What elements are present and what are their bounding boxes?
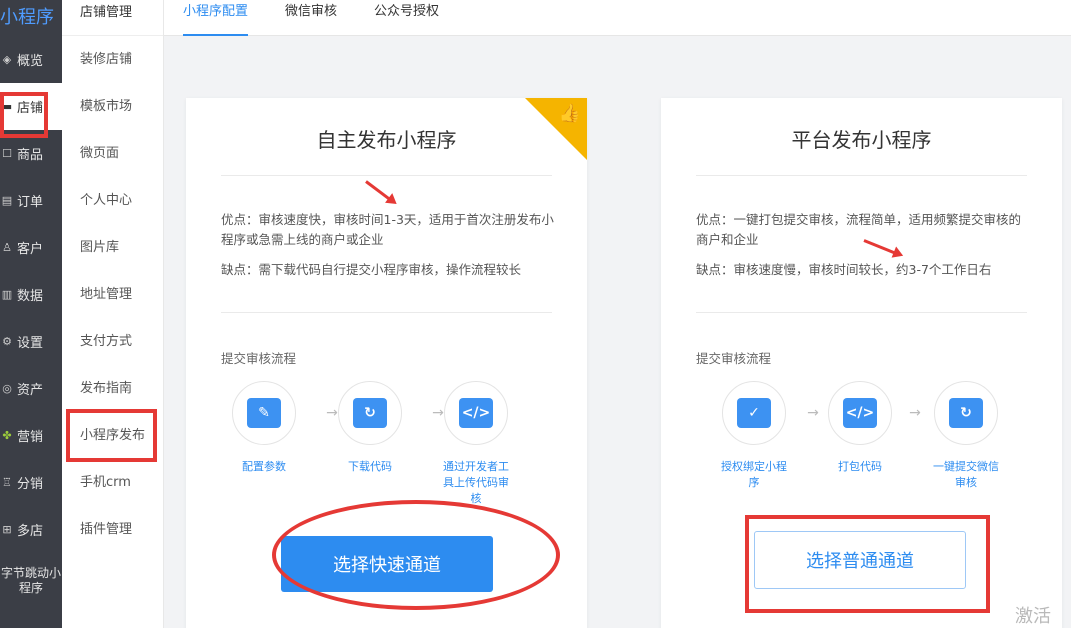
- card-title: 平台发布小程序: [791, 128, 932, 152]
- store-subnav: 店铺管理 装修店铺 模板市场 微页面 个人中心 图片库 地址管理 支付方式 发布…: [62, 0, 164, 628]
- step-label: 下载代码: [348, 460, 392, 473]
- divider: [221, 175, 552, 176]
- thumbs-up-icon: 👍: [558, 103, 581, 124]
- subnav-header: 店铺管理: [62, 0, 163, 36]
- nav-item-orders[interactable]: ▤ 订单: [0, 177, 62, 224]
- nav-item-bytedance-miniapp[interactable]: 字节跳动小程序: [0, 553, 62, 609]
- flow-label: 提交审核流程: [696, 351, 772, 366]
- step-upload-code: </> 通过开发者工具上传代码审核: [426, 381, 526, 507]
- multistore-icon: ⊞: [2, 523, 12, 536]
- nav-item-settings[interactable]: ⚙ 设置: [0, 318, 62, 365]
- authorize-icon: ✓: [737, 398, 771, 428]
- divider: [221, 312, 552, 313]
- package-code-icon: </>: [843, 398, 877, 428]
- step-submit-review: ↻ 一键提交微信审核: [916, 381, 1016, 491]
- step-label: 授权绑定小程序: [721, 460, 787, 489]
- order-icon: ▤: [1, 194, 13, 207]
- pencil-icon: ✎: [247, 398, 281, 428]
- activation-watermark: 激活 W: [1015, 606, 1051, 627]
- subnav-item-payment[interactable]: 支付方式: [62, 318, 163, 365]
- tab-miniapp-config[interactable]: 小程序配置: [183, 0, 249, 36]
- nav-item-assets[interactable]: ◎ 资产: [0, 365, 62, 412]
- nav-item-multistore[interactable]: ⊞ 多店: [0, 506, 62, 553]
- step-configure: ✎ 配置参数: [214, 381, 314, 475]
- tab-official-account-auth[interactable]: 公众号授权: [374, 0, 439, 36]
- annotation-box-store: [0, 92, 48, 138]
- subnav-item-decorate[interactable]: 装修店铺: [62, 36, 163, 83]
- brand-logo[interactable]: 小程序: [0, 0, 62, 36]
- subnav-item-micropage[interactable]: 微页面: [62, 130, 163, 177]
- subnav-item-plugins[interactable]: 插件管理: [62, 506, 163, 553]
- pros-text: 优点：审核速度快，审核时间1-3天，适用于首次注册发布小程序或急需上线的商户或企…: [221, 212, 554, 247]
- annotation-box-miniapp-publish: [66, 409, 157, 462]
- step-download-code: ↻ 下载代码: [320, 381, 420, 475]
- divider: [696, 312, 1027, 313]
- subnav-item-guide[interactable]: 发布指南: [62, 365, 163, 412]
- download-code-icon: ↻: [353, 398, 387, 428]
- divider: [696, 175, 1027, 176]
- upload-code-icon: </>: [459, 398, 493, 428]
- annotation-ellipse-fast-channel: [272, 500, 560, 610]
- layers-icon: ◈: [2, 53, 12, 66]
- step-label: 一键提交微信审核: [933, 460, 999, 489]
- gear-icon: ⚙: [2, 335, 12, 348]
- asset-icon: ◎: [2, 382, 12, 395]
- step-authorize: ✓ 授权绑定小程序: [704, 381, 804, 491]
- subnav-item-gallery[interactable]: 图片库: [62, 224, 163, 271]
- step-label: 通过开发者工具上传代码审核: [443, 460, 509, 505]
- step-label: 打包代码: [838, 460, 882, 473]
- pros-text: 优点：一键打包提交审核，流程简单，适用频繁提交审核的商户和企业: [696, 212, 1022, 247]
- annotation-box-normal-channel: [745, 515, 990, 613]
- chart-icon: ▥: [1, 288, 13, 301]
- nav-item-overview[interactable]: ◈ 概览: [0, 36, 62, 83]
- subnav-item-mobile-crm[interactable]: 手机crm: [62, 459, 163, 506]
- distribution-icon: ♖: [2, 476, 12, 489]
- customer-icon: ♙: [2, 241, 12, 254]
- step-package-code: </> 打包代码: [810, 381, 910, 475]
- tab-wechat-review[interactable]: 微信审核: [285, 0, 337, 36]
- flow-label: 提交审核流程: [221, 351, 297, 366]
- goods-icon: ☐: [2, 147, 12, 160]
- submit-review-icon: ↻: [949, 398, 983, 428]
- step-label: 配置参数: [242, 460, 286, 473]
- nav-item-customers[interactable]: ♙ 客户: [0, 224, 62, 271]
- nav-item-data[interactable]: ▥ 数据: [0, 271, 62, 318]
- subnav-item-address[interactable]: 地址管理: [62, 271, 163, 318]
- nav-item-marketing[interactable]: ✤ 营销: [0, 412, 62, 459]
- nav-item-distribution[interactable]: ♖ 分销: [0, 459, 62, 506]
- top-tabs: 小程序配置 微信审核 公众号授权: [164, 0, 1071, 36]
- cons-text: 缺点：审核速度慢，审核时间较长，约3-7个工作日右: [696, 262, 992, 277]
- cons-text: 缺点：需下载代码自行提交小程序审核，操作流程较长: [221, 262, 522, 277]
- marketing-icon: ✤: [2, 429, 12, 442]
- subnav-item-profile[interactable]: 个人中心: [62, 177, 163, 224]
- subnav-item-templates[interactable]: 模板市场: [62, 83, 163, 130]
